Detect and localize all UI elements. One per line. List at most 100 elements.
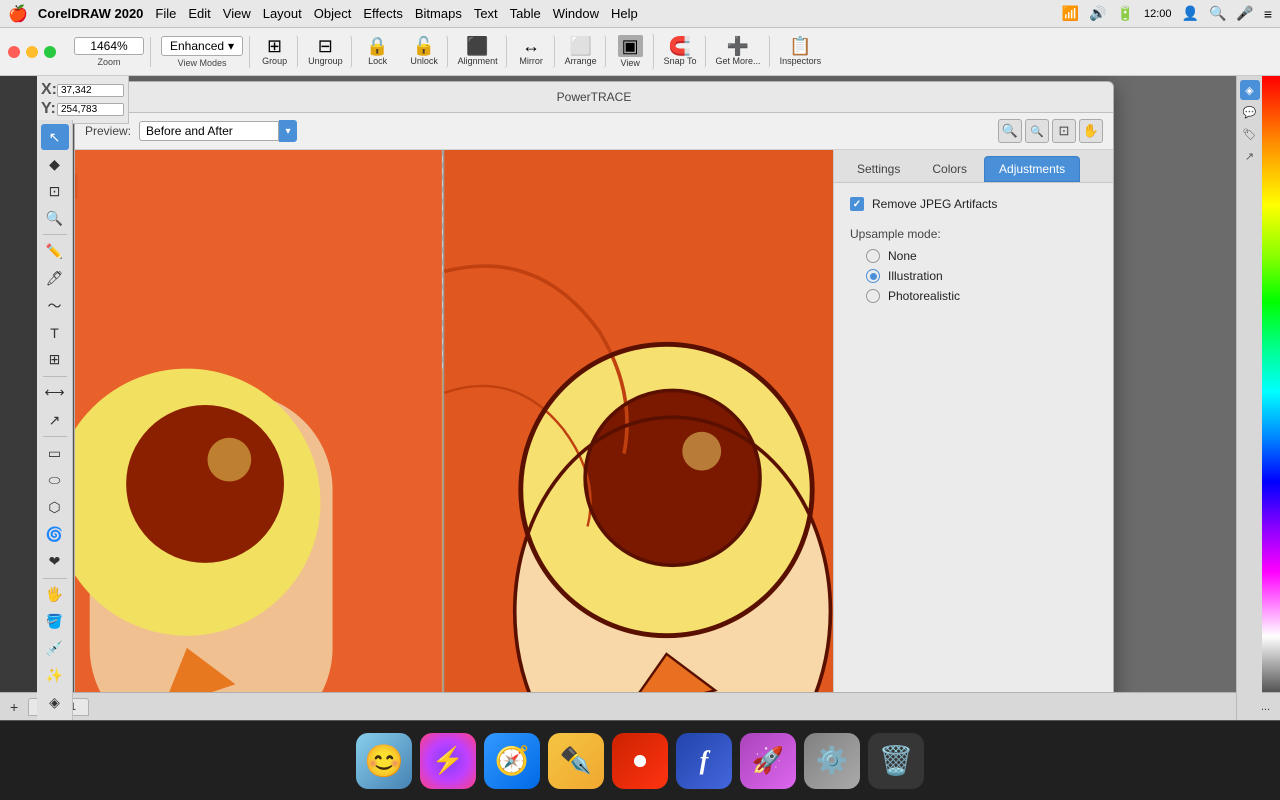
- mirror-button[interactable]: ↔ Mirror: [511, 35, 555, 68]
- menu-view[interactable]: View: [223, 6, 251, 21]
- polygon-tool[interactable]: ⬡: [41, 494, 69, 520]
- dock-pencil[interactable]: ✒️: [548, 733, 604, 789]
- radio-none-button[interactable]: [866, 249, 880, 263]
- enhanced-dropdown[interactable]: Enhanced ▾: [161, 36, 243, 56]
- menu-file[interactable]: File: [155, 6, 176, 21]
- zoom-label: Zoom: [97, 57, 120, 67]
- minimize-button[interactable]: [26, 46, 38, 58]
- color-palette-bar[interactable]: [1262, 76, 1280, 720]
- alignment-button[interactable]: ⬛ Alignment: [452, 35, 507, 68]
- dock-fontlab[interactable]: f: [676, 733, 732, 789]
- fill-tool[interactable]: 🪣: [41, 609, 69, 635]
- smear-tool[interactable]: 🖐: [41, 582, 69, 608]
- menu-window[interactable]: Window: [553, 6, 599, 21]
- radio-illustration[interactable]: Illustration: [866, 269, 1097, 283]
- apple-menu[interactable]: 🍎: [8, 4, 28, 24]
- right-panel: Settings Colors Adjustments Remove JPEG …: [833, 150, 1113, 720]
- select-dropdown-arrow[interactable]: ▾: [279, 120, 297, 142]
- tab-adjustments[interactable]: Adjustments: [984, 156, 1080, 182]
- app-name[interactable]: CorelDRAW 2020: [38, 6, 143, 21]
- interactive-tool[interactable]: ✨: [41, 663, 69, 689]
- menu-object[interactable]: Object: [314, 6, 352, 21]
- zoom-out-button[interactable]: 🔍: [1025, 119, 1049, 143]
- dialog-titlebar: PowerTRACE: [75, 82, 1113, 113]
- ellipse-tool[interactable]: ⬭: [41, 467, 69, 493]
- view-button[interactable]: ▣ View: [610, 33, 654, 70]
- radio-none[interactable]: None: [866, 249, 1097, 263]
- inspector-transform[interactable]: ◈: [1240, 80, 1260, 100]
- pan-button[interactable]: ✋: [1079, 119, 1103, 143]
- more-pages-button[interactable]: ...: [1261, 701, 1270, 713]
- arrange-button[interactable]: ⬜ Arrange: [559, 35, 606, 68]
- menu-help[interactable]: Help: [611, 6, 638, 21]
- ungroup-button[interactable]: ⊟ Ungroup: [302, 35, 352, 68]
- remove-jpeg-row: Remove JPEG Artifacts: [850, 197, 1097, 211]
- x-coordinate: X: 37,342: [41, 81, 124, 99]
- zoom-tool[interactable]: 🔍: [41, 205, 69, 231]
- connector-tool[interactable]: ↗: [41, 407, 69, 433]
- radio-photorealistic[interactable]: Photorealistic: [866, 289, 1097, 303]
- siri-icon[interactable]: 🎤: [1236, 5, 1253, 22]
- menu-text[interactable]: Text: [474, 6, 498, 21]
- menu-layout[interactable]: Layout: [263, 6, 302, 21]
- radio-photorealistic-button[interactable]: [866, 289, 880, 303]
- inspector-connector[interactable]: ↗: [1240, 146, 1260, 166]
- node-tool[interactable]: ◆: [41, 151, 69, 177]
- inspector-tag[interactable]: 🏷: [1240, 124, 1260, 144]
- panel-tabs: Settings Colors Adjustments: [834, 150, 1113, 183]
- basic-shapes-tool[interactable]: ❤: [41, 548, 69, 574]
- dimension-tool[interactable]: ⟷: [41, 380, 69, 406]
- freehand-tool[interactable]: ✏️: [41, 238, 69, 264]
- unlock-button[interactable]: 🔓 Unlock: [404, 35, 448, 68]
- tab-colors[interactable]: Colors: [917, 156, 982, 182]
- zoom-fit-button[interactable]: ⊡: [1052, 119, 1076, 143]
- pencil-dock-icon: ✒️: [560, 745, 592, 776]
- crop-tool[interactable]: ⊡: [41, 178, 69, 204]
- lock-button[interactable]: 🔒 Lock: [356, 35, 400, 68]
- dialog-title: PowerTRACE: [557, 90, 632, 104]
- rect-tool[interactable]: ▭: [41, 440, 69, 466]
- spiral-tool[interactable]: 🌀: [41, 521, 69, 547]
- eyedropper-tool[interactable]: 💉: [41, 636, 69, 662]
- dock-finder[interactable]: 😊: [356, 733, 412, 789]
- menu-edit[interactable]: Edit: [188, 6, 210, 21]
- inspectors-button[interactable]: 📋 Inspectors: [774, 35, 828, 68]
- get-more-button[interactable]: ➕ Get More...: [710, 35, 770, 68]
- dock-preferences[interactable]: ⚙️: [804, 733, 860, 789]
- group-button[interactable]: ⊞ Group: [254, 35, 298, 68]
- dock-record[interactable]: ⏺: [612, 733, 668, 789]
- remove-jpeg-checkbox[interactable]: [850, 197, 864, 211]
- menu-bitmaps[interactable]: Bitmaps: [415, 6, 462, 21]
- menu-effects[interactable]: Effects: [363, 6, 403, 21]
- zoom-in-button[interactable]: 🔍: [998, 119, 1022, 143]
- add-page-button[interactable]: +: [10, 699, 18, 715]
- preview-area: Curves: 40, Nodes: 470, Colors: 25: [75, 150, 833, 720]
- menu-table[interactable]: Table: [510, 6, 541, 21]
- pen-tool[interactable]: 🖊: [41, 265, 69, 291]
- dock-safari[interactable]: 🧭: [484, 733, 540, 789]
- group-icon: ⊞: [267, 37, 282, 55]
- radio-illustration-button[interactable]: [866, 269, 880, 283]
- close-button[interactable]: [8, 46, 20, 58]
- preview-mode-select[interactable]: Before and After: [139, 121, 279, 141]
- text-tool[interactable]: T: [41, 320, 69, 346]
- search-icon[interactable]: 🔍: [1209, 5, 1226, 22]
- tab-settings[interactable]: Settings: [842, 156, 915, 182]
- dock-siri[interactable]: ⚡: [420, 733, 476, 789]
- view-icon: ▣: [618, 35, 643, 57]
- menu-icon[interactable]: ≡: [1264, 6, 1272, 22]
- safari-dock-icon: 🧭: [495, 744, 530, 777]
- dock-rocket[interactable]: 🚀: [740, 733, 796, 789]
- zoom-display[interactable]: 1464%: [74, 37, 144, 55]
- ungroup-icon: ⊟: [318, 37, 333, 55]
- dock-trash[interactable]: 🗑️: [868, 733, 924, 789]
- inspector-comment[interactable]: 💬: [1240, 102, 1260, 122]
- calligraphy-tool[interactable]: 〜: [41, 293, 69, 319]
- maximize-button[interactable]: [44, 46, 56, 58]
- get-more-icon: ➕: [727, 37, 749, 55]
- snap-to-button[interactable]: 🧲 Snap To: [658, 35, 706, 68]
- table-tool[interactable]: ⊞: [41, 347, 69, 373]
- canvas-area[interactable]: X: 37,342 Y: 254,783 ↖ ◆ ⊡ 🔍 ✏️ 🖊 〜 T ⊞ …: [37, 76, 1262, 720]
- select-tool[interactable]: ↖: [41, 124, 69, 150]
- transparency-tool[interactable]: ◈: [41, 690, 69, 716]
